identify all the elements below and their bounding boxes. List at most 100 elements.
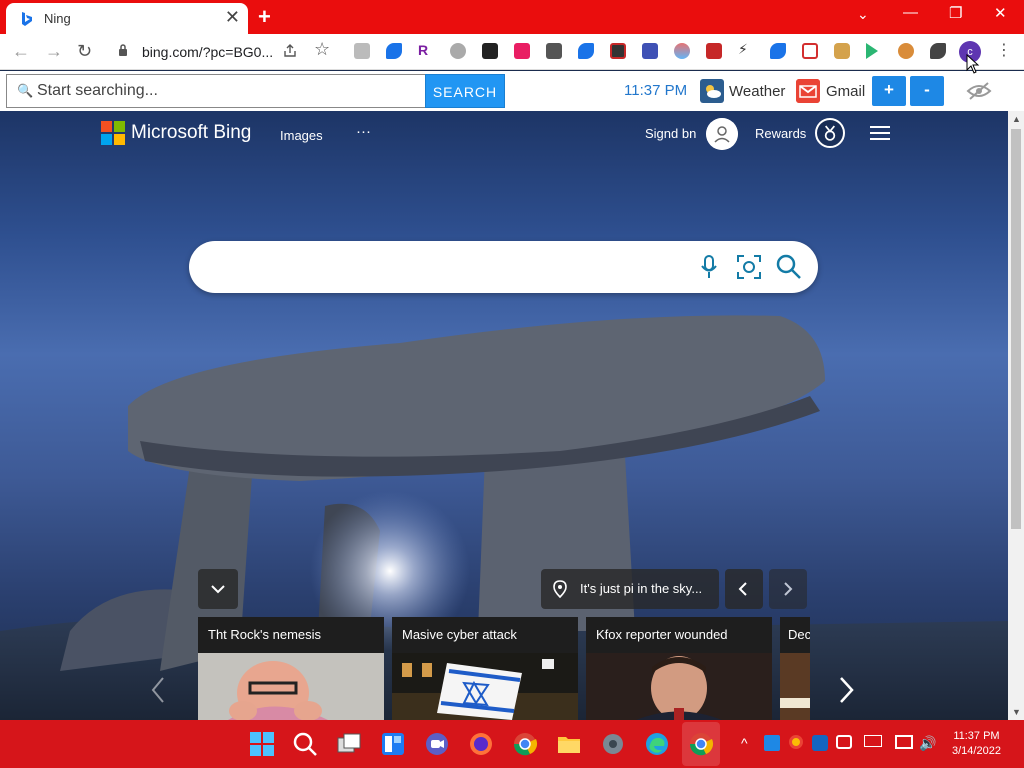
gmail-link[interactable]: Gmail [826, 83, 865, 100]
search-icon[interactable] [292, 731, 318, 757]
tray-chrome-icon[interactable] [789, 735, 803, 749]
extension-record-icon[interactable] [610, 43, 626, 59]
zoom-in-button[interactable]: + [872, 76, 906, 106]
scroll-down-arrow-icon[interactable]: ▼ [1012, 707, 1021, 717]
extension-cr-icon[interactable] [482, 43, 498, 59]
windows-start-icon[interactable] [249, 731, 275, 757]
image-caption-text: It's just pi in the sky... [580, 581, 703, 596]
carousel-next-arrow-icon[interactable] [838, 676, 856, 704]
teams-chat-icon[interactable] [424, 731, 450, 757]
hamburger-menu-icon[interactable] [870, 125, 890, 141]
signed-in-label[interactable]: Signd bn [645, 126, 696, 141]
toolbar-search-button[interactable]: SEARCH [425, 74, 505, 108]
extension-play-icon[interactable] [866, 43, 878, 59]
extension-puzzle-blue-icon[interactable] [386, 43, 402, 59]
taskbar-time: 11:37 PM [953, 730, 1000, 742]
widgets-icon[interactable] [380, 731, 406, 757]
extension-card-icon[interactable] [802, 43, 818, 59]
news-card-title: Dec [780, 617, 810, 653]
bing-homepage: Microsoft Bing Images ··· Signd bn Rewar… [0, 111, 1008, 720]
taskbar-clock[interactable]: 11:37 PM 3/14/2022 [952, 729, 1001, 759]
collapse-feed-button[interactable] [198, 569, 238, 609]
maximize-button[interactable]: ❐ [949, 4, 962, 22]
bing-search-box[interactable] [189, 241, 818, 293]
close-window-button[interactable]: ✕ [994, 4, 1007, 22]
reload-icon[interactable]: ↻ [77, 41, 92, 62]
chrome-active-icon[interactable] [688, 731, 714, 757]
taskbar-date: 3/14/2022 [952, 745, 1001, 757]
extension-doge-icon[interactable] [834, 43, 850, 59]
extensions-menu-puzzle-icon[interactable] [930, 43, 946, 59]
news-card[interactable]: Dec [780, 617, 810, 720]
news-card[interactable]: Tht Rock's nemesis [198, 617, 384, 720]
rewards-label[interactable]: Rewards [755, 126, 806, 141]
extension-cookie-icon[interactable] [898, 43, 914, 59]
extension-flag-icon[interactable] [674, 43, 690, 59]
image-info-caption[interactable]: It's just pi in the sky... [541, 569, 719, 609]
extension-puzzle-blue2-icon[interactable] [578, 43, 594, 59]
minimize-button[interactable]: — [903, 4, 918, 21]
previous-image-button[interactable] [725, 569, 763, 609]
tray-overflow-icon[interactable]: ^ [741, 735, 748, 751]
extension-k-icon[interactable] [354, 43, 370, 59]
url-text: bing.com/?pc=BG0... [142, 44, 274, 60]
firefox-icon[interactable] [468, 731, 494, 757]
tray-defender-icon[interactable] [812, 735, 828, 751]
windows-taskbar: ^ 🔊 11:37 PM 3/14/2022 [0, 720, 1024, 768]
search-placeholder: Start searching... [37, 82, 158, 99]
file-explorer-icon[interactable] [556, 731, 582, 757]
tab-search-dropdown-icon[interactable]: ⌄ [857, 6, 869, 23]
extension-puzzle-blue3-icon[interactable] [770, 43, 786, 59]
extension-image-icon[interactable] [706, 43, 722, 59]
user-avatar-icon[interactable] [706, 118, 738, 150]
new-tab-button[interactable]: + [258, 4, 271, 30]
tray-volume-icon[interactable]: 🔊 [919, 735, 936, 752]
tab-close-icon[interactable]: ✕ [225, 7, 240, 28]
weather-link[interactable]: Weather [729, 83, 785, 100]
url-field[interactable]: bing.com/?pc=BG0... [110, 39, 335, 65]
task-view-icon[interactable] [336, 731, 362, 757]
extension-new-tab-toolbar: 🔍 Start searching... SEARCH 11:37 PM Wea… [0, 71, 1024, 111]
extension-cursor-icon[interactable] [514, 43, 530, 59]
extension-s-icon[interactable] [546, 43, 562, 59]
microphone-icon[interactable] [700, 255, 718, 279]
browser-menu-icon[interactable]: ⋮ [996, 40, 1012, 59]
rewards-medal-icon[interactable] [815, 118, 845, 148]
extension-grid-icon[interactable] [642, 43, 658, 59]
extension-elephant-icon[interactable] [450, 43, 466, 59]
visual-search-camera-icon[interactable] [736, 254, 762, 280]
page-scrollbar[interactable]: ▲ ▼ [1008, 111, 1024, 720]
weather-icon[interactable] [700, 79, 724, 103]
next-image-button[interactable] [769, 569, 807, 609]
toolbar-search-input[interactable]: 🔍 Start searching... [6, 74, 426, 108]
extension-lightning-icon[interactable]: ⚡ [738, 41, 754, 57]
tab-title: Ning [44, 11, 71, 26]
edge-icon[interactable] [644, 731, 670, 757]
tray-network-icon[interactable] [895, 735, 913, 749]
gmail-icon[interactable] [796, 79, 820, 103]
bookmark-star-icon[interactable]: ☆ [314, 39, 330, 60]
nav-images-link[interactable]: Images [280, 128, 323, 143]
zoom-out-button[interactable]: - [910, 76, 944, 106]
microsoft-logo-icon [101, 121, 125, 145]
toolbar-clock: 11:37 PM [624, 82, 688, 99]
chrome-icon[interactable] [512, 731, 538, 757]
news-card[interactable]: Kfox reporter wounded [586, 617, 772, 720]
address-bar-row: ← → ↻ bing.com/?pc=BG0... ☆ R ⚡ c ⋮ [0, 34, 1024, 70]
browser-tab-active[interactable]: Ning ✕ [6, 3, 248, 34]
back-arrow-icon[interactable]: ← [12, 41, 30, 62]
tray-shield-icon[interactable] [764, 735, 780, 751]
news-card[interactable]: Masive cyber attack [392, 617, 578, 720]
scrollbar-thumb[interactable] [1011, 129, 1021, 529]
hide-eye-icon[interactable] [966, 81, 992, 101]
share-icon[interactable] [282, 43, 298, 59]
settings-gear-icon[interactable] [600, 731, 626, 757]
tray-keyboard-icon[interactable] [864, 735, 882, 747]
forward-arrow-icon[interactable]: → [45, 41, 63, 62]
nav-more-icon[interactable]: ··· [356, 123, 371, 140]
scroll-up-arrow-icon[interactable]: ▲ [1012, 114, 1021, 124]
carousel-prev-arrow-icon[interactable] [150, 676, 166, 704]
tray-camera-icon[interactable] [836, 735, 852, 749]
extension-r-icon[interactable]: R [418, 42, 434, 58]
search-magnifier-icon[interactable] [776, 254, 802, 280]
